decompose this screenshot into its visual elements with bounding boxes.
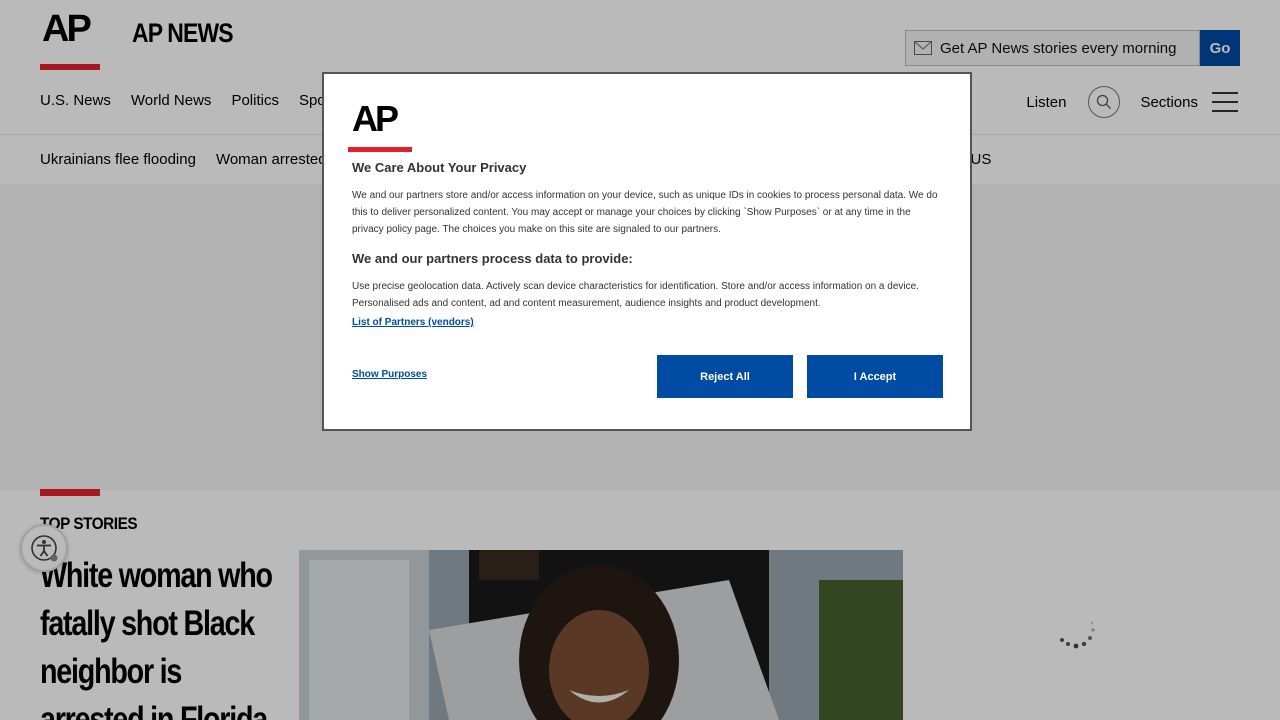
dialog-logo-text: AP [352, 98, 399, 139]
accept-button[interactable]: I Accept [807, 355, 943, 398]
dialog-logo-accent-bar [348, 147, 412, 152]
consent-body-text: We and our partners store and/or access … [352, 190, 938, 235]
privacy-consent-dialog: AP We Care About Your Privacy We and our… [322, 72, 972, 431]
show-purposes-link[interactable]: Show Purposes [352, 369, 427, 380]
reject-all-button[interactable]: Reject All [657, 355, 793, 398]
consent-title: We Care About Your Privacy [352, 160, 527, 175]
dialog-ap-logo: AP [348, 98, 413, 152]
consent-purposes-text: Use precise geolocation data. Actively s… [352, 281, 919, 309]
partners-list-link[interactable]: List of Partners (vendors) [352, 317, 474, 328]
consent-subtitle: We and our partners process data to prov… [352, 251, 633, 266]
